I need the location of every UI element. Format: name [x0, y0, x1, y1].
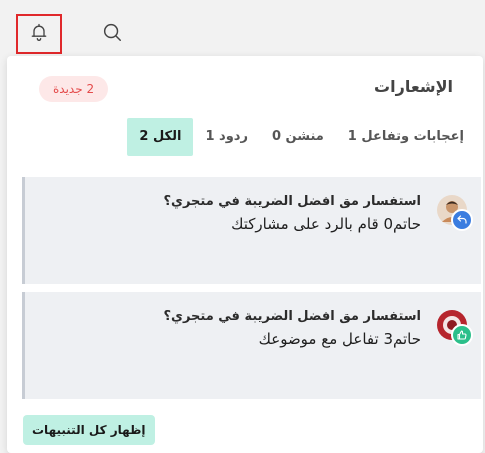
search-icon [101, 21, 123, 47]
bell-icon [29, 22, 49, 46]
tab-mentions[interactable]: منشن 0 [260, 118, 336, 156]
tab-all[interactable]: الكل 2 [127, 118, 194, 156]
search-button[interactable] [98, 20, 126, 48]
notification-message: حاتم3 تفاعل مع موضوعك [258, 330, 421, 348]
notifications-panel: الإشعارات 2 جديدة الكل 2 ردود 1 منشن 0 إ… [7, 56, 483, 453]
notification-item[interactable]: استفسار مق افضل الضريبة في متجري؟ حاتم0 … [22, 177, 481, 284]
tab-likes[interactable]: إعجابات وتفاعل 1 [336, 118, 476, 156]
tab-replies[interactable]: ردود 1 [193, 118, 259, 156]
notification-text: استفسار مق افضل الضريبة في متجري؟ حاتم3 … [81, 309, 421, 348]
notification-item[interactable]: استفسار مق افضل الضريبة في متجري؟ حاتم3 … [22, 292, 481, 399]
show-all-notifications-button[interactable]: إظهار كل التنبيهات [23, 415, 155, 445]
reply-icon [451, 209, 473, 231]
notifications-button[interactable] [16, 14, 62, 54]
avatar [437, 310, 473, 346]
notification-message: حاتم0 قام بالرد على مشاركتك [231, 215, 421, 233]
notification-text: استفسار مق افضل الضريبة في متجري؟ حاتم0 … [81, 194, 421, 233]
avatar [437, 195, 473, 231]
filter-tabs: الكل 2 ردود 1 منشن 0 إعجابات وتفاعل 1 [127, 118, 476, 156]
notification-title: استفسار مق افضل الضريبة في متجري؟ [163, 194, 421, 209]
thumbs-up-icon [451, 324, 473, 346]
new-count-badge: 2 جديدة [39, 76, 109, 102]
panel-title: الإشعارات [374, 77, 453, 96]
top-bar [0, 0, 485, 60]
notification-title: استفسار مق افضل الضريبة في متجري؟ [163, 309, 421, 324]
